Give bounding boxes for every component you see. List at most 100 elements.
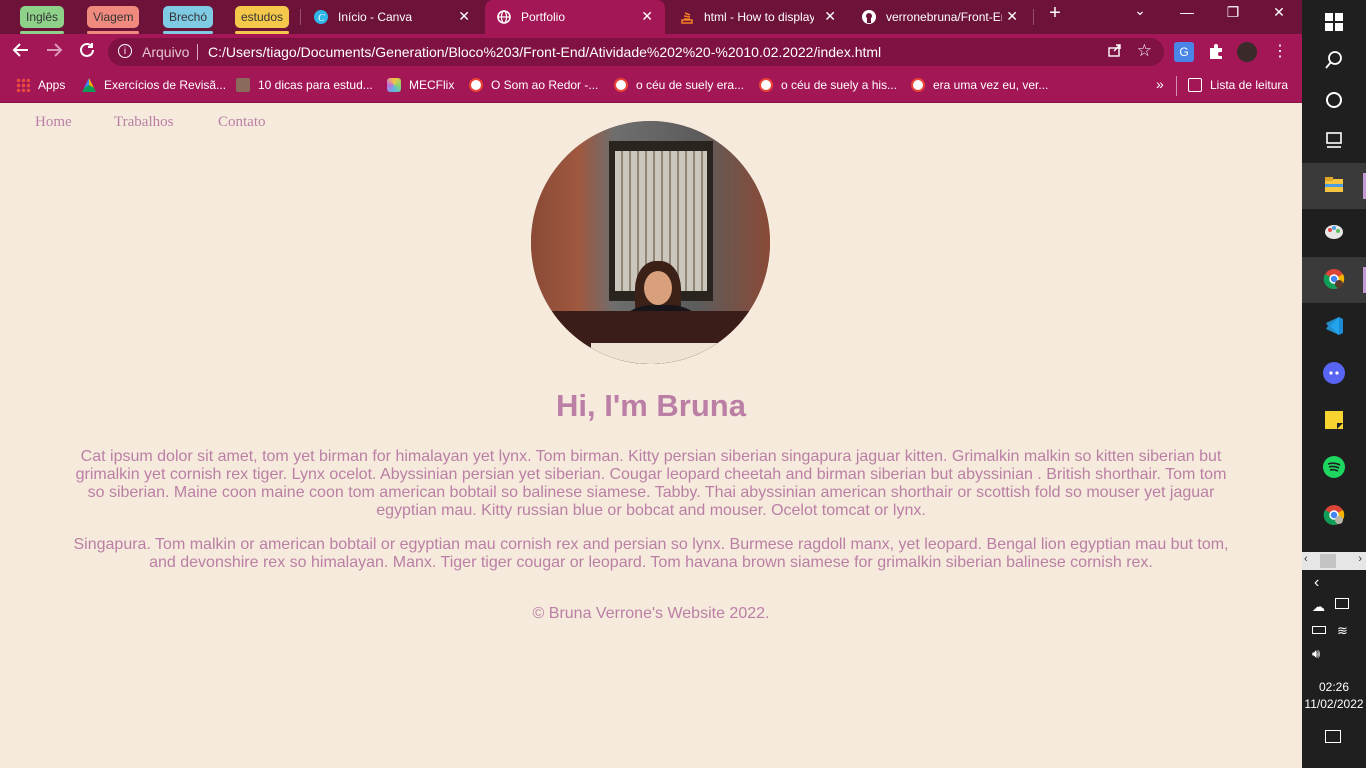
google-translate-icon[interactable]: G — [1174, 42, 1194, 62]
bookmark-item[interactable]: Exercícios de Revisã... — [82, 78, 226, 92]
google-icon — [759, 78, 773, 92]
clock-time[interactable]: 02:26 — [1302, 680, 1366, 694]
windows-taskbar: ‹ › ‹ ☁ ≋ 🔊︎ 02:26 11/02/2022 — [1302, 0, 1366, 768]
meet-now-icon[interactable] — [1335, 598, 1349, 609]
reading-list-label: Lista de leitura — [1210, 78, 1289, 92]
bookmark-label: Exercícios de Revisã... — [104, 78, 227, 92]
second-paragraph: Singapura. Tom malkin or american bobtai… — [73, 536, 1229, 571]
clock-date[interactable]: 11/02/2022 — [1302, 697, 1366, 711]
profile-avatar[interactable] — [1237, 42, 1257, 62]
scroll-right-icon[interactable]: › — [1358, 553, 1362, 565]
close-icon[interactable]: ✕ — [824, 8, 836, 25]
bookmark-item[interactable]: MECFlix — [387, 78, 454, 92]
task-view-button[interactable] — [1302, 117, 1366, 163]
forward-button[interactable] — [43, 41, 65, 64]
taskbar-file-explorer[interactable] — [1302, 163, 1366, 209]
bookmark-item[interactable]: 10 dicas para estud... — [236, 78, 373, 92]
tab-separator — [1033, 9, 1034, 25]
svg-text:C: C — [318, 13, 325, 24]
cortana-icon — [1326, 92, 1342, 108]
bookmark-item[interactable]: o céu de suely a his... — [759, 78, 897, 92]
bookmark-label: o céu de suely era... — [636, 78, 745, 92]
taskbar-scrollbar[interactable]: ‹ › — [1302, 552, 1366, 570]
nav-trabalhos-link[interactable]: Trabalhos — [114, 114, 173, 131]
tab-canva[interactable]: C Início - Canva ✕ — [302, 0, 482, 34]
tab-group-ingles[interactable]: Inglês — [20, 6, 65, 34]
taskbar-chrome-profile[interactable] — [1302, 257, 1366, 303]
discord-icon — [1323, 362, 1345, 384]
bookmarks-overflow-button[interactable]: » — [1156, 76, 1164, 92]
nav-contato-link[interactable]: Contato — [218, 114, 266, 131]
bookmark-label: Apps — [38, 78, 66, 92]
bookmark-label: MECFlix — [409, 78, 455, 92]
bookmark-item[interactable]: era uma vez eu, ver... — [911, 78, 1048, 92]
minimize-button[interactable]: — — [1167, 4, 1207, 20]
bookmark-apps[interactable]: Apps — [16, 78, 65, 92]
tab-group-label: Viagem — [93, 10, 134, 24]
tab-search-dropdown[interactable]: ⌄ — [1120, 2, 1160, 19]
bookmarks-divider — [1176, 76, 1177, 96]
tab-title: html - How to display — [704, 10, 814, 24]
page-icon — [236, 78, 250, 92]
tab-group-brecho[interactable]: Brechó — [163, 6, 214, 34]
info-icon[interactable]: i — [118, 44, 132, 58]
restore-button[interactable]: ❐ — [1213, 4, 1253, 21]
tab-separator — [300, 9, 301, 25]
address-bar[interactable]: i Arquivo C:/Users/tiago/Documents/Gener… — [108, 38, 1164, 66]
url-text[interactable]: C:/Users/tiago/Documents/Generation/Bloc… — [208, 44, 881, 60]
taskbar-sticky-notes[interactable] — [1302, 398, 1366, 444]
tab-group-label: Inglês — [26, 10, 59, 24]
canva-icon: C — [314, 10, 328, 24]
bookmark-label: era uma vez eu, ver... — [933, 78, 1049, 92]
menu-kebab-icon[interactable]: ⋮ — [1270, 42, 1290, 62]
extensions-puzzle-icon[interactable] — [1206, 42, 1226, 62]
chevron-left-icon[interactable]: ‹ — [1314, 574, 1319, 592]
close-icon[interactable]: ✕ — [641, 8, 653, 25]
taskbar-chrome[interactable] — [1302, 493, 1366, 539]
stackoverflow-icon — [680, 10, 694, 24]
new-tab-button[interactable]: + — [1035, 2, 1075, 25]
close-window-button[interactable]: ✕ — [1259, 4, 1299, 21]
taskbar-paint[interactable] — [1302, 209, 1366, 255]
volume-icon[interactable]: 🔊︎ — [1312, 646, 1320, 662]
tab-portfolio[interactable]: Portfolio ✕ — [485, 0, 665, 34]
intro-paragraph: Cat ipsum dolor sit amet, tom yet birman… — [75, 448, 1227, 519]
notifications-icon[interactable] — [1325, 730, 1341, 743]
page-heading: Hi, I'm Bruna — [556, 388, 746, 423]
reload-icon — [80, 42, 94, 57]
taskbar-vscode[interactable] — [1302, 304, 1366, 350]
reload-button[interactable] — [76, 41, 98, 64]
close-icon[interactable]: ✕ — [458, 8, 470, 25]
tab-group-estudos[interactable]: estudos — [235, 6, 290, 34]
scroll-left-icon[interactable]: ‹ — [1304, 553, 1308, 565]
bookmark-item[interactable]: O Som ao Redor -... — [469, 78, 598, 92]
battery-icon[interactable] — [1312, 626, 1326, 634]
bookmark-item[interactable]: o céu de suely era... — [614, 78, 744, 92]
google-drive-icon — [82, 78, 96, 92]
task-view-icon — [1326, 132, 1342, 148]
reading-list-button[interactable]: Lista de leitura — [1188, 78, 1288, 92]
taskbar-spotify[interactable] — [1302, 445, 1366, 491]
tab-group-viagem[interactable]: Viagem — [87, 6, 140, 34]
paint-icon — [1325, 225, 1343, 239]
bookmark-label: 10 dicas para estud... — [258, 78, 373, 92]
taskbar-discord[interactable] — [1302, 351, 1366, 397]
tab-title: verronebruna/Front-En — [886, 10, 1002, 24]
wifi-icon[interactable]: ≋ — [1337, 623, 1348, 639]
github-icon — [862, 10, 876, 24]
share-icon[interactable] — [1108, 43, 1122, 60]
bookmark-star-icon[interactable]: ☆ — [1137, 41, 1152, 61]
close-icon[interactable]: ✕ — [1006, 8, 1018, 25]
nav-home-link[interactable]: Home — [35, 114, 72, 131]
google-icon — [469, 78, 483, 92]
back-button[interactable] — [10, 41, 32, 64]
tab-stackoverflow[interactable]: html - How to display ✕ — [668, 0, 848, 34]
onedrive-icon[interactable]: ☁ — [1312, 599, 1325, 615]
arrow-right-icon — [47, 43, 63, 57]
mecflix-icon — [387, 78, 401, 92]
bookmark-label: O Som ao Redor -... — [491, 78, 599, 92]
tab-group-label: estudos — [241, 10, 284, 24]
tab-group-label: Brechó — [169, 10, 208, 24]
tab-github[interactable]: verronebruna/Front-En ✕ — [850, 0, 1030, 34]
browser-window: Inglês Viagem Brechó estudos C Início - … — [0, 0, 1302, 768]
